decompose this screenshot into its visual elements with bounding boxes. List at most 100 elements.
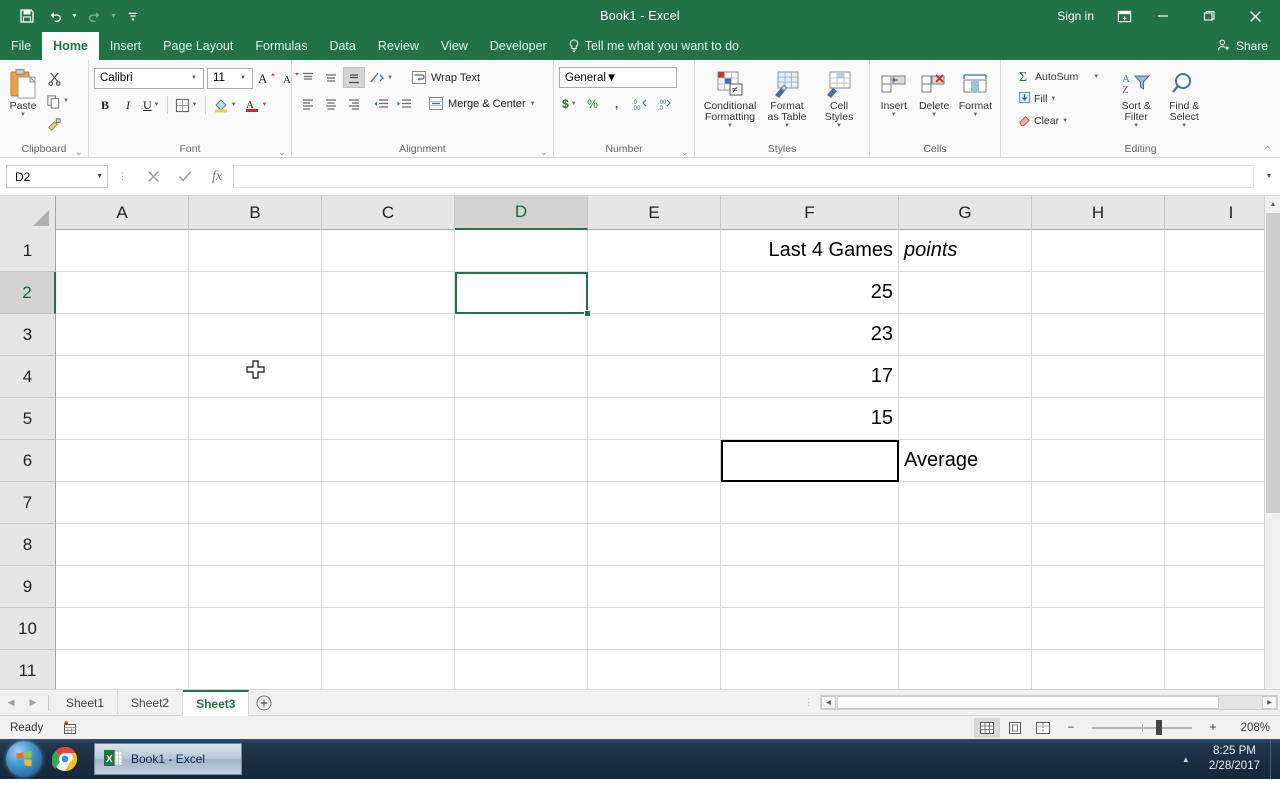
cell-f10[interactable] [721, 608, 899, 650]
name-box-dropdown-icon[interactable]: ▼ [96, 173, 103, 180]
scroll-right-button[interactable]: ▶ [1262, 696, 1277, 709]
cell-h8[interactable] [1032, 524, 1165, 566]
font-size-dropdown-icon[interactable]: ▼ [236, 75, 250, 81]
cell-b4[interactable] [189, 356, 322, 398]
cell-e9[interactable] [588, 566, 721, 608]
row-header-8[interactable]: 8 [0, 524, 56, 566]
cell-g4[interactable] [899, 356, 1032, 398]
cell-d7[interactable] [455, 482, 588, 524]
cell-c8[interactable] [322, 524, 455, 566]
formula-input[interactable] [233, 165, 1254, 188]
column-header-a[interactable]: A [56, 196, 189, 230]
row-header-6[interactable]: 6 [0, 440, 56, 482]
fill-color-button[interactable]: ▼ [210, 94, 240, 116]
row-header-7[interactable]: 7 [0, 482, 56, 524]
cell-g2[interactable] [899, 272, 1032, 314]
decrease-indent-icon[interactable] [370, 93, 392, 114]
undo-dropdown-icon[interactable]: ▼ [70, 4, 79, 28]
percent-button[interactable]: % [582, 93, 604, 115]
cell-b11[interactable] [189, 650, 322, 689]
zoom-slider[interactable] [1092, 720, 1192, 736]
row-header-4[interactable]: 4 [0, 356, 56, 398]
previous-sheet-button[interactable]: ◀ [0, 690, 22, 716]
wrap-text-button[interactable]: Wrap Text [407, 67, 484, 88]
cancel-icon[interactable] [137, 164, 169, 190]
increase-indent-icon[interactable] [393, 93, 415, 114]
cell-e4[interactable] [588, 356, 721, 398]
tab-formulas[interactable]: Formulas [244, 32, 318, 60]
normal-view-icon[interactable] [974, 717, 1000, 738]
cell-c6[interactable] [322, 440, 455, 482]
fill-color-dropdown-icon[interactable]: ▼ [231, 102, 237, 108]
paste-button[interactable]: Paste ▼ [5, 65, 41, 120]
cell-h10[interactable] [1032, 608, 1165, 650]
fill-dropdown-icon[interactable]: ▼ [1050, 96, 1056, 102]
sheet-tab-sheet1[interactable]: Sheet1 [53, 689, 119, 716]
row-header-3[interactable]: 3 [0, 314, 56, 356]
enter-icon[interactable] [169, 164, 201, 190]
expand-formula-bar-icon[interactable]: ▼ [1258, 173, 1280, 180]
tab-review[interactable]: Review [367, 32, 430, 60]
cell-e8[interactable] [588, 524, 721, 566]
row-header-2[interactable]: 2 [0, 272, 56, 314]
ribbon-display-options-icon[interactable] [1108, 1, 1140, 31]
row-header-5[interactable]: 5 [0, 398, 56, 440]
increase-font-size-icon[interactable]: A [256, 67, 278, 89]
horizontal-scroll-grip[interactable]: ⋮ [798, 697, 820, 708]
zoom-level[interactable]: 208% [1228, 722, 1270, 734]
underline-dropdown-icon[interactable]: ▼ [154, 102, 160, 108]
autosum-button[interactable]: Σ AutoSum ▼ [1015, 67, 1102, 87]
zoom-out-button[interactable]: − [1058, 718, 1084, 738]
column-header-e[interactable]: E [588, 196, 721, 230]
insert-function-icon[interactable]: fx [201, 164, 233, 190]
align-middle-icon[interactable] [320, 67, 342, 88]
bold-button[interactable]: B [94, 94, 116, 116]
delete-cells-dropdown-icon[interactable]: ▼ [931, 112, 937, 118]
cell-c4[interactable] [322, 356, 455, 398]
cell-d10[interactable] [455, 608, 588, 650]
cell-d1[interactable] [455, 230, 588, 272]
cell-e7[interactable] [588, 482, 721, 524]
cell-h3[interactable] [1032, 314, 1165, 356]
cell-i5[interactable] [1165, 398, 1280, 440]
cell-f5[interactable]: 15 [721, 398, 899, 440]
tell-me-search[interactable]: Tell me what you want to do [558, 32, 749, 60]
increase-decimal-icon[interactable]: .0.00 [630, 93, 652, 115]
zoom-in-button[interactable]: + [1200, 718, 1226, 738]
collapse-ribbon-button[interactable]: ⌃ [1263, 146, 1272, 157]
cell-g5[interactable] [899, 398, 1032, 440]
insert-cells-button[interactable]: Insert ▼ [875, 65, 913, 120]
tab-view[interactable]: View [430, 32, 479, 60]
cell-d11[interactable] [455, 650, 588, 689]
cell-f7[interactable] [721, 482, 899, 524]
cell-d8[interactable] [455, 524, 588, 566]
cell-h11[interactable] [1032, 650, 1165, 689]
cell-i6[interactable] [1165, 440, 1280, 482]
align-left-icon[interactable] [297, 93, 319, 114]
align-right-icon[interactable] [343, 93, 365, 114]
close-button[interactable] [1232, 0, 1278, 32]
cell-c3[interactable] [322, 314, 455, 356]
conditional-formatting-button[interactable]: ≠ Conditional Formatting ▼ [701, 65, 759, 131]
cell-c10[interactable] [322, 608, 455, 650]
tab-developer[interactable]: Developer [479, 32, 558, 60]
column-header-h[interactable]: H [1032, 196, 1165, 230]
row-header-11[interactable]: 11 [0, 650, 56, 689]
cell-f1[interactable]: Last 4 Games [721, 230, 899, 272]
cell-i7[interactable] [1165, 482, 1280, 524]
cell-a1[interactable] [56, 230, 189, 272]
next-sheet-button[interactable]: ▶ [22, 690, 44, 716]
borders-button[interactable]: ▼ [172, 94, 201, 116]
cell-f4[interactable]: 17 [721, 356, 899, 398]
cell-d9[interactable] [455, 566, 588, 608]
cell-g7[interactable] [899, 482, 1032, 524]
copy-dropdown-icon[interactable]: ▼ [63, 98, 69, 104]
italic-button[interactable]: I [117, 94, 139, 116]
format-as-table-button[interactable]: Format as Table ▼ [761, 65, 813, 131]
insert-cells-dropdown-icon[interactable]: ▼ [891, 112, 897, 118]
clipboard-dialog-launcher[interactable]: ⌄ [75, 148, 84, 157]
sheet-tab-sheet2[interactable]: Sheet2 [118, 689, 184, 716]
cell-d3[interactable] [455, 314, 588, 356]
cell-e6[interactable] [588, 440, 721, 482]
cell-d5[interactable] [455, 398, 588, 440]
